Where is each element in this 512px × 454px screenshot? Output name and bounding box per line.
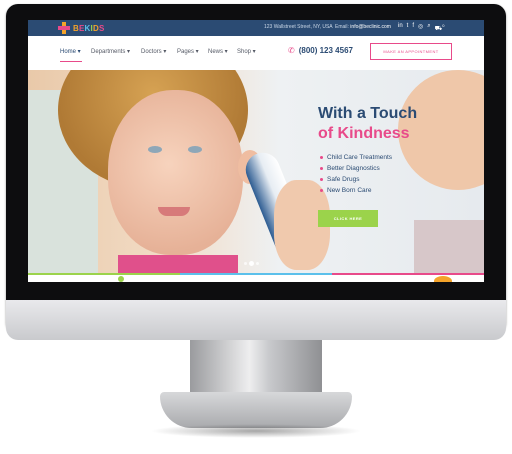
below-hero-section	[28, 275, 484, 282]
hero-headline: With a Touch of Kindness	[318, 104, 417, 144]
nav-doctors[interactable]: Doctors ▾	[141, 48, 166, 55]
logo-cross-icon	[58, 22, 70, 34]
top-bar: BEKIDS 123 Wallstreet Street, NY, USA Em…	[28, 20, 484, 36]
hero-title-line1: With a Touch	[318, 105, 418, 122]
slider-pagination	[244, 262, 259, 265]
hero-image-eye	[188, 146, 202, 153]
hero-slider: With a Touch of Kindness Child Care Trea…	[28, 70, 484, 273]
make-appointment-button[interactable]: MAKE AN APPOINTMENT	[370, 43, 452, 60]
hero-image-mouth	[158, 207, 190, 216]
social-icons: in t f ◎ ⌕ ⛟0	[398, 23, 444, 33]
phone-contact[interactable]: ✆ (800) 123 4567	[288, 46, 353, 55]
nav-home[interactable]: Home ▾	[60, 48, 81, 55]
hero-title-line2: of Kindness	[318, 125, 410, 142]
hero-image-shirt	[118, 255, 238, 273]
nav-pages[interactable]: Pages ▾	[177, 48, 199, 55]
hero-image-eye	[148, 146, 162, 153]
list-item: Better Diagnostics	[320, 163, 392, 174]
address-text: 123 Wallstreet Street, NY, USA	[264, 24, 333, 30]
twitter-icon[interactable]: t	[407, 23, 409, 33]
stand-shadow	[150, 424, 362, 438]
logo-text: BEKIDS	[73, 23, 105, 33]
hero-bullet-list: Child Care Treatments Better Diagnostics…	[320, 152, 392, 196]
nav-departments[interactable]: Departments ▾	[91, 48, 130, 55]
slider-dot-active[interactable]	[250, 262, 253, 265]
nav-news[interactable]: News ▾	[208, 48, 228, 55]
website-screen: BEKIDS 123 Wallstreet Street, NY, USA Em…	[28, 20, 484, 282]
nav-active-underline	[60, 61, 82, 62]
slider-dot[interactable]	[256, 262, 259, 265]
instagram-icon[interactable]: ◎	[418, 23, 423, 33]
linkedin-icon[interactable]: in	[398, 23, 403, 33]
phone-number: (800) 123 4567	[298, 46, 353, 55]
bullet-dot-icon	[320, 178, 323, 181]
bullet-dot-icon	[320, 189, 323, 192]
list-item: Safe Drugs	[320, 174, 392, 185]
facebook-icon[interactable]: f	[412, 23, 414, 33]
site-logo[interactable]: BEKIDS	[58, 22, 104, 34]
monitor-stand-neck	[190, 340, 322, 398]
search-icon[interactable]: ⌕	[427, 23, 430, 33]
monitor-stand-base	[160, 392, 352, 428]
monitor-chin	[6, 300, 506, 340]
feature-icon	[434, 276, 452, 282]
bullet-dot-icon	[320, 167, 323, 170]
bullet-dot-icon	[320, 156, 323, 159]
hero-image-doctor-shirt	[414, 220, 484, 273]
slider-dot[interactable]	[244, 262, 247, 265]
main-nav: Home ▾ Departments ▾ Doctors ▾ Pages ▾ N…	[28, 36, 484, 70]
list-item: Child Care Treatments	[320, 152, 392, 163]
cart-icon[interactable]: ⛟0	[435, 23, 445, 33]
nav-shop[interactable]: Shop ▾	[237, 48, 256, 55]
email-text[interactable]: Email: info@beclinic.com	[335, 24, 391, 30]
click-here-button[interactable]: CLICK HERE	[318, 210, 378, 227]
cart-count: 0	[442, 23, 445, 28]
phone-icon: ✆	[288, 46, 295, 55]
list-item: New Born Care	[320, 185, 392, 196]
feature-icon	[118, 276, 124, 282]
hero-image-girl-face	[108, 90, 243, 255]
